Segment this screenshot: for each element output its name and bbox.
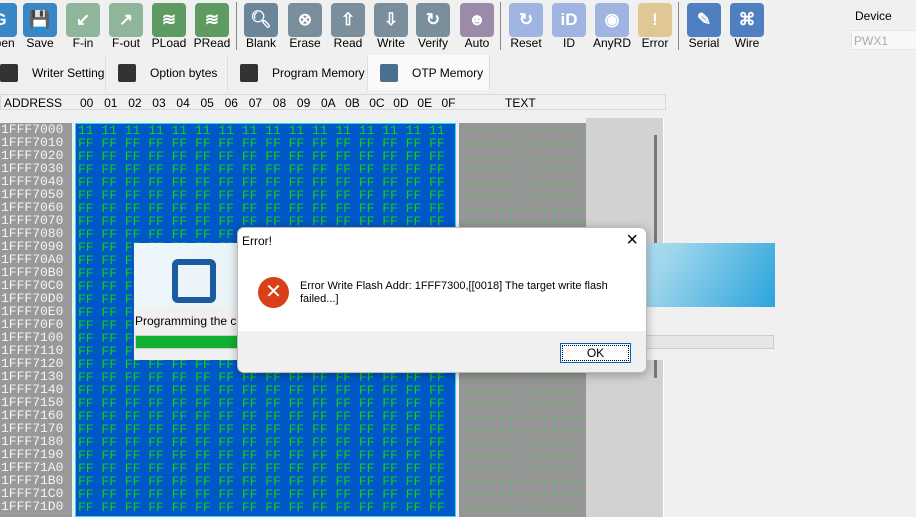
error-message: Error Write Flash Addr: 1FFF7300,[[0018]… bbox=[300, 280, 608, 305]
tab-program-memory[interactable]: Program Memory bbox=[228, 55, 368, 90]
read-icon: ⇧ bbox=[340, 10, 356, 29]
file-out-icon: ↗ bbox=[118, 10, 134, 29]
anyrd-icon: ◉ bbox=[604, 10, 620, 29]
column-header-cell: 02 bbox=[128, 96, 142, 110]
write-icon: ⇩ bbox=[383, 10, 399, 29]
auto-button[interactable]: ☻ bbox=[460, 3, 494, 37]
address-column: 1FFF7000 1FFF7010 1FFF7020 1FFF7030 1FFF7040… bbox=[0, 123, 72, 517]
toolbar-label: Auto bbox=[464, 36, 490, 50]
pload-icon: ≋ bbox=[161, 10, 177, 29]
tab-writer-setting[interactable]: Writer Setting bbox=[0, 55, 106, 90]
file-in-icon: ↙ bbox=[75, 10, 91, 29]
verify-icon: ↻ bbox=[425, 10, 441, 29]
column-header-cell: 0B bbox=[345, 96, 360, 110]
error-icon: ! bbox=[652, 10, 658, 29]
column-header-cell: 05 bbox=[200, 96, 214, 110]
column-header-cell: 09 bbox=[296, 96, 311, 110]
dialog-title: Error! bbox=[242, 234, 272, 248]
reset-icon: ↻ bbox=[518, 10, 534, 29]
ok-button[interactable]: OK bbox=[560, 343, 631, 363]
progress-message: Programming the c bbox=[135, 314, 237, 328]
tab-otp-memory[interactable]: OTP Memory bbox=[368, 55, 490, 90]
plug-icon: ✎ bbox=[696, 10, 712, 29]
memory-icon bbox=[240, 63, 258, 82]
open-folder-icon: G bbox=[0, 10, 7, 30]
blank-button[interactable]: 🔍︎ bbox=[244, 3, 278, 37]
row-bytes[interactable]: FF FF FF FF FF FF FF FF FF FF FF FF FF F… bbox=[78, 501, 445, 514]
save-icon: 💾 bbox=[29, 10, 51, 29]
tab-option-bytes[interactable]: Option bytes bbox=[106, 55, 228, 90]
tab-label: Option bytes bbox=[150, 65, 218, 80]
wire-icon: ⌘ bbox=[738, 10, 756, 29]
error-x-icon: ✕ bbox=[258, 277, 289, 308]
error-button[interactable]: ! bbox=[638, 3, 672, 37]
row-text: ................ bbox=[463, 499, 604, 513]
column-header-cell: 0E bbox=[417, 96, 433, 110]
column-header-cell: 0C bbox=[369, 96, 385, 110]
column-header-cell: 0D bbox=[393, 96, 409, 110]
text-header: TEXT bbox=[505, 96, 536, 110]
write-button[interactable]: ⇩ bbox=[374, 3, 408, 37]
option-bytes-icon bbox=[118, 63, 136, 82]
pload-button[interactable]: ≋ bbox=[152, 3, 186, 37]
save-button[interactable]: 💾 bbox=[23, 3, 57, 37]
column-header-cell: 0F bbox=[441, 96, 456, 110]
reset-button[interactable]: ↻ bbox=[509, 3, 543, 37]
device-label: Device bbox=[855, 9, 892, 23]
erase-button[interactable]: ⊗ bbox=[288, 3, 322, 37]
toolbar-label: Wire bbox=[734, 36, 760, 50]
column-header-cell: 0A bbox=[321, 96, 336, 110]
column-header-cell: 00 bbox=[80, 96, 94, 110]
column-header-cell: 08 bbox=[272, 96, 287, 110]
gear-icon bbox=[0, 63, 18, 82]
close-icon[interactable]: × bbox=[626, 229, 638, 252]
column-header-cell: 06 bbox=[224, 96, 238, 110]
toolbar-separator bbox=[678, 2, 679, 50]
anyrd-button[interactable]: ◉ bbox=[595, 3, 629, 37]
erase-icon: ⊗ bbox=[297, 10, 313, 29]
toolbar-label: Verify bbox=[417, 36, 448, 50]
company-logo bbox=[172, 259, 216, 303]
ok-label: OK bbox=[586, 346, 605, 360]
tab-label: Program Memory bbox=[272, 65, 365, 80]
row-address: 1FFF71D0 bbox=[1, 499, 64, 514]
tab-label: OTP Memory bbox=[412, 65, 484, 80]
f-out-button[interactable]: ↗ bbox=[109, 3, 143, 37]
column-header: ADDRESS 00 01 02 03 04 05 06 07 08 09 0A 0B 0C 0D 0E 0F T… bbox=[0, 94, 666, 110]
serial-button[interactable]: ✎ bbox=[687, 3, 721, 37]
column-header-cell: 07 bbox=[248, 96, 263, 110]
dialog-footer: OK bbox=[238, 331, 646, 372]
search-icon: 🔍︎ bbox=[250, 10, 272, 29]
scrollbar-lower[interactable] bbox=[654, 362, 657, 378]
toolbar-label: Error bbox=[641, 36, 669, 50]
toolbar-label: Blank bbox=[245, 36, 277, 50]
wire-button[interactable]: ⌘ bbox=[730, 3, 764, 37]
f-in-button[interactable]: ↙ bbox=[66, 3, 100, 37]
open-button[interactable]: G bbox=[0, 3, 17, 37]
tab-label: Writer Setting bbox=[32, 65, 105, 80]
memory-icon bbox=[380, 63, 398, 82]
robot-icon: ☻ bbox=[468, 10, 486, 29]
device-select[interactable]: PWX1 bbox=[851, 30, 916, 50]
id-icon: iD bbox=[560, 10, 578, 29]
column-header-cell: 01 bbox=[104, 96, 118, 110]
column-header-cell: 04 bbox=[176, 96, 190, 110]
address-header: ADDRESS bbox=[4, 96, 63, 110]
toolbar-separator bbox=[500, 2, 501, 50]
pread-button[interactable]: ≋ bbox=[195, 3, 229, 37]
verify-button[interactable]: ↻ bbox=[416, 3, 450, 37]
read-button[interactable]: ⇧ bbox=[331, 3, 365, 37]
error-dialog: Error! × ✕ Error Write Flash Addr: 1FFF7… bbox=[237, 227, 647, 373]
toolbar-label: PRead bbox=[193, 36, 231, 50]
device-value: PWX1 bbox=[854, 34, 889, 48]
toolbar-separator bbox=[236, 2, 237, 50]
column-header-cell: 03 bbox=[152, 96, 166, 110]
id-button[interactable]: iD bbox=[552, 3, 586, 37]
pread-icon: ≋ bbox=[204, 10, 220, 29]
